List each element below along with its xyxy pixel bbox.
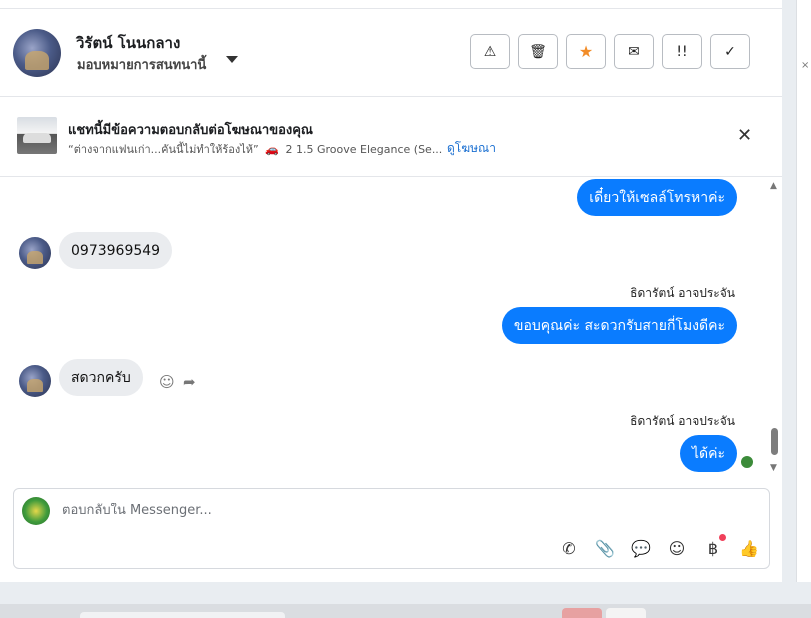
star-icon: ★ [578, 42, 594, 61]
call-button[interactable]: ✆ [558, 537, 580, 559]
taskbar-item[interactable] [562, 608, 602, 618]
taskbar [0, 604, 811, 618]
thumbs-up-icon: 👍 [739, 538, 759, 558]
contact-name[interactable]: วิรัตน์ โนนกลาง [76, 31, 180, 55]
attach-button[interactable]: 📎 [594, 537, 616, 559]
conversation-header: วิรัตน์ โนนกลาง มอบหมายการสนทนานี้ ⚠ 🗑 ★… [0, 9, 782, 97]
reply-icon[interactable]: ➦ [183, 373, 196, 391]
check-icon: ✓ [724, 43, 736, 60]
view-ad-link[interactable]: ดูโฆษณา [447, 139, 496, 158]
scrollbar-thumb[interactable] [771, 428, 778, 455]
conversation-panel: วิรัตน์ โนนกลาง มอบหมายการสนทนานี้ ⚠ 🗑 ★… [0, 0, 782, 582]
ad-reply-banner: แชทนี้มีข้อความตอบกลับต่อโฆษณาของคุณ “ต่… [0, 97, 782, 177]
reply-composer: ✆ 📎 💬 ☺ ฿ 👍 [13, 488, 770, 569]
taskbar-item[interactable] [606, 608, 646, 618]
payment-button[interactable]: ฿ [702, 534, 726, 559]
mark-unread-button[interactable]: ✉ [614, 34, 654, 69]
ad-banner-title: แชทนี้มีข้อความตอบกลับต่อโฆษณาของคุณ [68, 123, 313, 138]
sender-name: ธิดารัตน์ อาจประจัน [630, 414, 735, 428]
chevron-down-icon[interactable] [226, 56, 238, 63]
contact-avatar[interactable] [13, 29, 61, 77]
mark-done-button[interactable]: ✓ [710, 34, 750, 69]
chat-bubble-icon: 💬 [631, 538, 651, 558]
ad-description: “ต่างจากแฟนเก่า...คันนี้ไม่ทำให้ร้องไห้”… [68, 140, 442, 158]
paperclip-icon: 📎 [595, 538, 615, 558]
star-button[interactable]: ★ [566, 34, 606, 69]
close-icon[interactable]: ✕ [737, 125, 752, 146]
priority-button[interactable]: !! [662, 34, 702, 69]
message-bubble-incoming[interactable]: 0973969549 [59, 232, 173, 269]
seen-indicator [740, 455, 754, 469]
ad-quote: “ต่างจากแฟนเก่า...คันนี้ไม่ทำให้ร้องไห้” [68, 143, 259, 156]
react-emoji-icon[interactable]: ☺ [159, 373, 175, 391]
reply-input[interactable] [62, 503, 662, 518]
message-bubble-incoming[interactable]: สดวกครับ [59, 359, 143, 396]
assign-conversation-label[interactable]: มอบหมายการสนทนานี้ [77, 54, 206, 75]
like-button[interactable]: 👍 [738, 537, 760, 559]
trash-icon: 🗑 [529, 43, 547, 60]
ad-model: 2 1.5 Groove Elegance (Se... [285, 143, 443, 156]
message-bubble-outgoing[interactable]: ขอบคุณค่ะ สะดวกรับสายกี่โมงดีคะ [501, 307, 737, 344]
contact-avatar-small [19, 365, 51, 397]
emoji-button[interactable]: ☺ [666, 537, 688, 559]
notification-dot [719, 534, 726, 541]
warning-button[interactable]: ⚠ [470, 34, 510, 69]
car-icon: 🚗 [265, 143, 279, 156]
close-side-icon[interactable]: × [801, 60, 809, 71]
contact-avatar-small [19, 237, 51, 269]
header-actions: ⚠ 🗑 ★ ✉ !! ✓ [470, 34, 750, 69]
warning-icon: ⚠ [483, 43, 497, 60]
side-panel-edge: × [796, 0, 811, 582]
baht-icon: ฿ [707, 538, 719, 558]
composer-toolbar: ✆ 📎 💬 ☺ ฿ 👍 [558, 534, 760, 559]
taskbar-item[interactable] [80, 612, 285, 618]
ad-thumbnail[interactable] [17, 117, 57, 154]
delete-button[interactable]: 🗑 [518, 34, 558, 69]
envelope-icon: ✉ [628, 43, 640, 60]
message-bubble-outgoing[interactable]: เดี๋ยวให้เซลล์โทรหาค่ะ [577, 179, 737, 216]
scroll-down-arrow[interactable]: ▼ [770, 463, 777, 473]
scroll-up-arrow[interactable]: ▲ [770, 181, 777, 191]
call-add-icon: ✆ [562, 538, 576, 558]
message-thread[interactable]: เดี๋ยวให้เซลล์โทรหาค่ะ 0973969549 ธิดารั… [0, 177, 770, 477]
sender-name: ธิดารัตน์ อาจประจัน [630, 286, 735, 300]
top-divider [0, 0, 782, 9]
priority-icon: !! [676, 43, 688, 60]
emoji-icon: ☺ [668, 538, 686, 558]
saved-replies-button[interactable]: 💬 [630, 537, 652, 559]
page-avatar [22, 497, 50, 525]
message-bubble-outgoing[interactable]: ได้ค่ะ [679, 435, 737, 472]
